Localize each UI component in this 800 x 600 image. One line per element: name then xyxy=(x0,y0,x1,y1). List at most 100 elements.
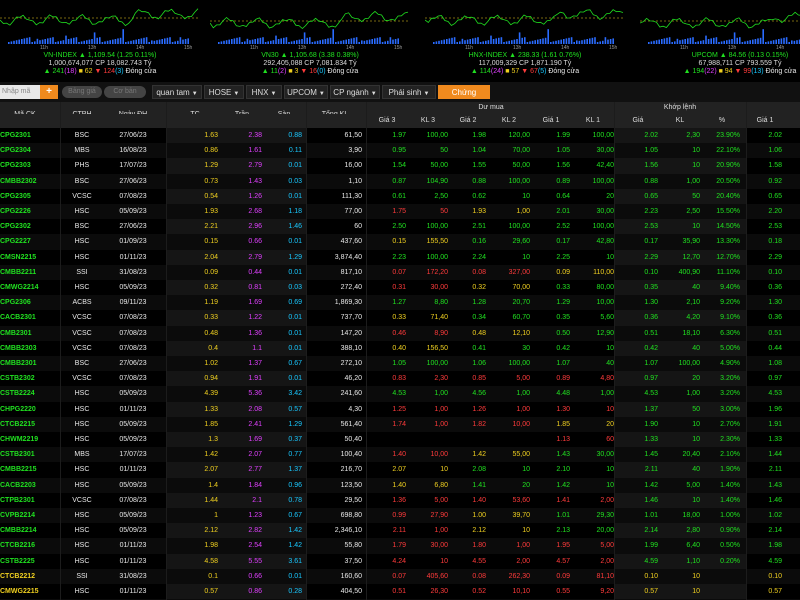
table-row[interactable]: CMBB2214 HSC 05/09/23 2.12 2.82 1.42 2,346,10 2… xyxy=(0,523,800,538)
table-row[interactable]: CPG2302 BSC 27/06/23 2.21 2.96 1.46 60 2.50 100,… xyxy=(0,219,800,234)
table-row[interactable]: CMBB2302 BSC 27/06/23 0.73 1.43 0.03 1,10 0.87 1… xyxy=(0,173,800,189)
volume-bar xyxy=(73,37,75,44)
cell-gb: 0.10 xyxy=(768,268,782,276)
column-header-gb[interactable]: Giá 1 xyxy=(748,114,782,128)
column-header-k2[interactable]: KL 2 xyxy=(488,114,530,128)
tab-cp-ngành[interactable]: CP ngành ▼ xyxy=(330,85,380,99)
table-row[interactable]: CTCB2212 SSI 31/08/23 0.1 0.66 0.01 160,60 0.07… xyxy=(0,568,800,584)
volume-bar xyxy=(521,37,523,44)
cell-tkl: 77,00 xyxy=(344,208,362,215)
index-panel-vnindex[interactable]: 11h 13h 14h 15h VN-INDEX ▲ 1,109.54 (1.25 0.… xyxy=(0,0,205,78)
table-row[interactable]: CPG2226 HSC 05/09/23 1.93 2.68 1.18 77,00 1.75 5… xyxy=(0,204,800,220)
cell-code[interactable]: CSTB2302 xyxy=(0,371,50,386)
cell-code[interactable]: CACB2203 xyxy=(0,478,50,493)
tab-quan-tam[interactable]: quan tam ▼ xyxy=(152,85,202,99)
cell-code[interactable]: CPG2226 xyxy=(0,204,50,219)
table-row[interactable]: CACB2301 VCSC 07/08/23 0.33 1.22 0.01 737,70 0.… xyxy=(0,310,800,325)
table-row[interactable]: CMSN2215 HSC 01/11/23 2.04 2.79 1.29 3,874,40 2… xyxy=(0,250,800,265)
cell-code[interactable]: CHWM2219 xyxy=(0,432,50,447)
cell-code[interactable]: CMWG2214 xyxy=(0,280,50,295)
table-row[interactable]: CPG2304 MBS 16/08/23 0.86 1.61 0.11 3,90 0.95 50… xyxy=(0,143,800,159)
cell-code[interactable]: CPG2227 xyxy=(0,234,50,249)
cell-code[interactable]: CMBB2215 xyxy=(0,462,50,477)
cell-code[interactable]: CPG2305 xyxy=(0,189,50,204)
volume-bar xyxy=(596,42,599,44)
add-stock-button[interactable]: + xyxy=(40,85,58,99)
cell-code[interactable]: CMBB2303 xyxy=(0,341,50,356)
tab-chứng-quyền[interactable]: Chứng quyền▼ xyxy=(438,85,490,111)
cell-code[interactable]: CTCB2215 xyxy=(0,417,50,432)
table-row[interactable]: CSTB2225 HSC 01/11/23 4.58 5.55 3.61 37,50 4.24… xyxy=(0,554,800,569)
cell-code[interactable]: CTCB2212 xyxy=(0,569,50,584)
table-row[interactable]: CTCB2216 HSC 01/11/23 1.98 2.54 1.42 55,80 1.79… xyxy=(0,538,800,554)
table-row[interactable]: CHPG2220 HSC 01/11/23 1.33 2.08 0.57 4,30 1.25 1… xyxy=(0,402,800,417)
table-row[interactable]: CMBB2215 HSC 01/11/23 2.07 2.77 1.37 216,70 2.0… xyxy=(0,462,800,477)
table-row[interactable]: CMB2301 VCSC 07/08/23 0.48 1.36 0.01 147,20 0.4… xyxy=(0,325,800,341)
table-row[interactable]: CSTB2224 HSC 05/09/23 4.39 5.36 3.42 241,60 4.5… xyxy=(0,386,800,402)
basic-view-toggle[interactable]: Cơ bản xyxy=(104,86,146,98)
cell-code[interactable]: CMBB2302 xyxy=(0,174,50,189)
table-row[interactable]: CPG2227 HSC 01/09/23 0.15 0.66 0.01 437,60 0.15… xyxy=(0,234,800,250)
cell-code[interactable]: CSTB2225 xyxy=(0,554,50,569)
cell-code[interactable]: CMWG2215 xyxy=(0,584,50,599)
cell-code[interactable]: CMBB2301 xyxy=(0,356,50,371)
tab-phái-sinh[interactable]: Phái sinh ▼ xyxy=(382,85,436,99)
cell-k3: 8,80 xyxy=(434,299,448,307)
cell-code[interactable]: CVPB2214 xyxy=(0,508,50,523)
table-row[interactable]: CSTB2301 MBS 17/07/23 1.42 2.07 0.77 100,40 1.4… xyxy=(0,447,800,463)
index-panel-vn30[interactable]: 11h 13h 14h 15h VN30 ▲ 1,105.68 (3.38 0.38%)… xyxy=(210,0,415,78)
tab-hose[interactable]: HOSE ▼ xyxy=(204,85,244,99)
column-header-g1[interactable]: Giá 1 xyxy=(532,114,570,128)
cell-code[interactable]: CPG2301 xyxy=(0,128,50,143)
cell-code[interactable]: CPG2302 xyxy=(0,219,50,234)
cell-code[interactable]: CMB2301 xyxy=(0,326,50,341)
table-row[interactable]: CPG2303 PHS 17/07/23 1.29 2.79 0.01 16,00 1.54 5… xyxy=(0,158,800,173)
table-row[interactable]: CMBB2301 BSC 27/06/23 1.02 1.37 0.67 272,10 1.0… xyxy=(0,356,800,372)
table-row[interactable]: CTCB2215 HSC 05/09/23 1.85 2.41 1.29 561,40 1.7… xyxy=(0,416,800,432)
index-panel-upcom[interactable]: 11h 13h 14h UPCOM ▲ 84.56 (0.13 0.15%) 67,98… xyxy=(640,0,800,78)
table-row[interactable]: CPG2306 ACBS 09/11/23 1.19 1.69 0.69 1,869,30 1… xyxy=(0,295,800,311)
cell-code[interactable]: CMBB2214 xyxy=(0,523,50,538)
table-row[interactable]: CHWM2219 HSC 05/09/23 1.3 1.69 0.37 50,40 1.13 6… xyxy=(0,432,800,447)
cell-code[interactable]: CMBB2211 xyxy=(0,265,50,280)
cell-code[interactable]: CACB2301 xyxy=(0,310,50,325)
cell-code[interactable]: CSTB2301 xyxy=(0,447,50,462)
column-header-kl[interactable]: KL xyxy=(660,114,700,128)
tab-upcom[interactable]: UPCOM ▼ xyxy=(284,85,328,99)
table-row[interactable]: CMBB2211 SSI 31/08/23 0.09 0.44 0.01 817,10 0.0… xyxy=(0,264,800,280)
table-row[interactable]: CPG2301 BSC 27/06/23 1.63 2.38 0.88 61,50 1.97 1… xyxy=(0,128,800,143)
cell-pct: 2.30% xyxy=(720,436,740,443)
volume-bar xyxy=(101,42,104,44)
cell-code[interactable]: CPG2304 xyxy=(0,143,50,158)
cell-code[interactable]: CPG2306 xyxy=(0,295,50,310)
price-board-toggle[interactable]: Bảng giá xyxy=(62,86,102,98)
cell-code[interactable]: CHPG2220 xyxy=(0,402,50,417)
column-header-k1[interactable]: KL 1 xyxy=(572,114,614,128)
cell-code[interactable]: CPG2303 xyxy=(0,158,50,173)
tab-hnx[interactable]: HNX ▼ xyxy=(246,85,282,99)
column-header-k3[interactable]: KL 3 xyxy=(408,114,448,128)
cell-code[interactable]: CTCB2216 xyxy=(0,538,50,553)
table-row[interactable]: CTPB2301 VCSC 07/08/23 1.44 2.1 0.78 29,50 1.36… xyxy=(0,493,800,508)
column-header-g2[interactable]: Giá 2 xyxy=(450,114,486,128)
index-panel-hnx[interactable]: 11h 13h 14h 15h HNX-INDEX ▲ 238.33 (1.61 0.7… xyxy=(425,0,630,78)
table-row[interactable]: CSTB2302 VCSC 07/08/23 0.94 1.91 0.01 46,20 0.8… xyxy=(0,371,800,386)
volume-bar xyxy=(653,40,655,44)
cell-code[interactable]: CMSN2215 xyxy=(0,250,50,265)
table-row[interactable]: CMBB2303 VCSC 07/08/23 0.4 1.1 0.01 388,10 0.40… xyxy=(0,341,800,356)
column-header-g3[interactable]: Giá 3 xyxy=(368,114,406,128)
stock-search-input[interactable]: Nhập mã CK xyxy=(0,85,40,109)
column-header-gia[interactable]: Giá xyxy=(618,114,658,128)
cell-tc: 0.15 xyxy=(204,238,218,246)
cell-code[interactable]: CSTB2224 xyxy=(0,386,50,401)
table-row[interactable]: CACB2203 HSC 05/09/23 1.4 1.84 0.96 123,50 1.40… xyxy=(0,477,800,493)
cell-code[interactable]: CTPB2301 xyxy=(0,493,50,508)
cell-tc: 1.29 xyxy=(204,162,218,170)
cell-g1: 4.48 xyxy=(556,390,570,398)
table-row[interactable]: CVPB2214 HSC 05/09/23 1 1.23 0.67 698,80 0.99 27… xyxy=(0,508,800,524)
tab-label: HOSE xyxy=(208,88,232,97)
column-header-pct[interactable]: % xyxy=(704,114,740,128)
table-row[interactable]: CMWG2215 HSC 01/11/23 0.57 0.86 0.28 404,50 0.5… xyxy=(0,584,800,599)
table-row[interactable]: CPG2305 VCSC 07/08/23 0.54 1.26 0.01 111,30 0.6… xyxy=(0,189,800,204)
table-row[interactable]: CMWG2214 HSC 05/09/23 0.32 0.81 0.03 272,40 0.3… xyxy=(0,280,800,295)
